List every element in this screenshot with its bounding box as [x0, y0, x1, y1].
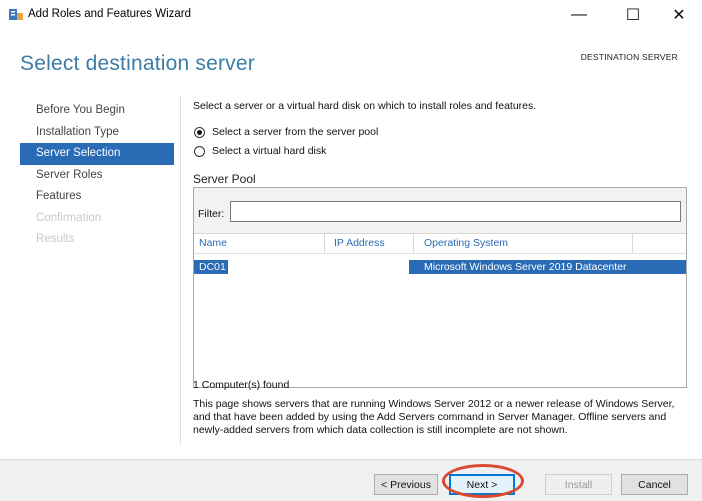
nav-item-server-selection[interactable]: Server Selection — [20, 143, 174, 165]
filter-label: Filter: — [198, 208, 225, 220]
radio-unselected-icon[interactable] — [194, 145, 205, 157]
previous-button[interactable]: < Previous — [374, 474, 438, 495]
column-header-operating-system[interactable]: Operating System — [424, 237, 508, 249]
filter-input[interactable] — [230, 201, 681, 222]
server-manager-icon — [9, 9, 23, 20]
next-button[interactable]: Next > — [449, 474, 515, 495]
destination-server-label: DESTINATION SERVER — [580, 52, 678, 62]
wizard-header: Select destination server DESTINATION SE… — [0, 30, 702, 90]
wizard-nav: Before You Begin Installation Type Serve… — [20, 100, 174, 251]
nav-divider — [180, 96, 181, 446]
virtual-hard-disk-option[interactable]: Select a virtual hard disk — [194, 145, 326, 157]
minimize-button[interactable]: — — [556, 0, 602, 30]
server-pool-option-label: Select a server from the server pool — [212, 126, 379, 138]
column-separator[interactable] — [632, 234, 633, 253]
server-pool-title: Server Pool — [193, 172, 256, 186]
column-header-row: Name IP Address Operating System — [194, 234, 686, 254]
column-header-name[interactable]: Name — [199, 237, 227, 249]
column-separator[interactable] — [324, 234, 325, 253]
maximize-button[interactable]: ☐ — [610, 0, 656, 30]
server-pool-list: Filter: Name IP Address Operating System… — [193, 187, 687, 388]
cancel-button[interactable]: Cancel — [621, 474, 688, 495]
radio-selected-icon[interactable] — [194, 126, 205, 138]
nav-item-installation-type[interactable]: Installation Type — [20, 122, 174, 144]
table-row[interactable]: DC01 Microsoft Windows Server 2019 Datac… — [194, 260, 686, 274]
nav-item-before-you-begin[interactable]: Before You Begin — [20, 100, 174, 122]
nav-item-confirmation: Confirmation — [36, 211, 102, 224]
description-text: This page shows servers that are running… — [193, 398, 675, 437]
server-name-cell[interactable]: DC01 — [194, 260, 228, 274]
column-separator[interactable] — [413, 234, 414, 253]
filter-row: Filter: — [194, 188, 686, 234]
title-bar: Add Roles and Features Wizard — ☐ ✕ — [0, 0, 702, 30]
install-button: Install — [545, 474, 612, 495]
intro-text: Select a server or a virtual hard disk o… — [193, 100, 537, 112]
window-title: Add Roles and Features Wizard — [28, 8, 191, 20]
server-pool-option[interactable]: Select a server from the server pool — [194, 126, 378, 138]
maximize-icon: ☐ — [625, 7, 641, 24]
column-header-ip-address[interactable]: IP Address — [334, 237, 385, 249]
minimize-icon: — — [571, 6, 587, 23]
close-icon: ✕ — [672, 7, 686, 24]
nav-item-server-roles[interactable]: Server Roles — [20, 165, 174, 187]
wizard-footer: < Previous Next > Install Cancel — [0, 459, 702, 501]
page-title: Select destination server — [20, 52, 255, 75]
operating-system-cell[interactable]: Microsoft Windows Server 2019 Datacenter — [409, 260, 686, 274]
virtual-hard-disk-option-label: Select a virtual hard disk — [212, 145, 327, 157]
nav-item-results: Results — [36, 233, 75, 245]
close-button[interactable]: ✕ — [656, 0, 702, 30]
nav-item-features[interactable]: Features — [20, 186, 174, 208]
computers-found-count: 1 Computer(s) found — [193, 379, 290, 391]
